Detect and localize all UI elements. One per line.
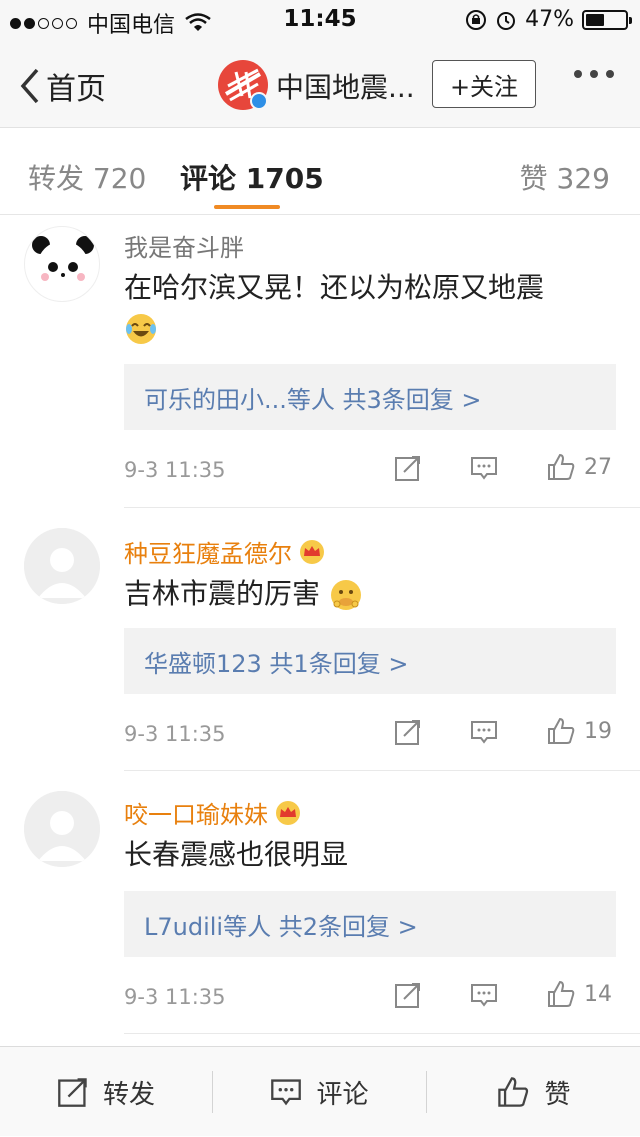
nav-bar: 首页 中国地震... +关注 xyxy=(0,40,640,128)
avatar[interactable] xyxy=(24,791,100,867)
thumbs-up-icon xyxy=(498,1077,529,1107)
scared-emoji-icon xyxy=(330,580,361,610)
like-comment-button[interactable]: 19 xyxy=(546,716,612,746)
default-avatar-icon xyxy=(24,528,100,604)
tab-reposts[interactable]: 转发 720 xyxy=(28,157,146,197)
share-icon xyxy=(395,983,420,1008)
like-count: 19 xyxy=(584,718,612,744)
back-label: 首页 xyxy=(46,72,106,107)
comment-icon xyxy=(271,1079,302,1106)
tab-bar: 转发 720 评论 1705 赞 329 xyxy=(0,129,640,215)
laugh-cry-emoji-icon xyxy=(126,314,156,344)
verified-badge-icon xyxy=(250,92,268,110)
replies-link[interactable]: 可乐的田小...等人 共3条回复 > xyxy=(124,364,616,430)
status-right: 47% xyxy=(465,7,632,32)
comment-icon xyxy=(471,984,497,1007)
avatar[interactable] xyxy=(24,528,100,604)
tab-comments[interactable]: 评论 1705 xyxy=(180,157,324,197)
rotation-lock-icon xyxy=(466,9,487,30)
thumbs-up-icon xyxy=(548,453,575,480)
bottom-toolbar: 转发 评论 赞 xyxy=(0,1046,640,1136)
comment-text: 长春震感也很明显 xyxy=(124,838,349,871)
chevron-left-icon xyxy=(20,68,39,104)
comment-button[interactable]: 评论 xyxy=(213,1047,426,1137)
repost-comment-button[interactable] xyxy=(394,454,422,482)
status-bar: 中国电信 11:45 47% xyxy=(0,0,640,40)
battery-fill xyxy=(586,13,604,26)
repost-label: 转发 xyxy=(102,1079,155,1110)
like-button[interactable]: 赞 xyxy=(427,1047,640,1137)
like-count: 14 xyxy=(584,981,612,1007)
comment-label: 评论 xyxy=(316,1079,369,1110)
comment-item: 咬一口瑜妹妹 长春震感也很明显 L7udili等人 共2条回复 > 9-3 11… xyxy=(0,771,640,1034)
replies-link[interactable]: 华盛顿123 共1条回复 > xyxy=(124,628,616,694)
repost-comment-button[interactable] xyxy=(394,981,422,1009)
repost-comment-button[interactable] xyxy=(394,718,422,746)
default-avatar-icon xyxy=(24,791,100,867)
comment-time: 9-3 11:35 xyxy=(124,458,226,482)
thumbs-up-icon xyxy=(548,717,575,744)
active-tab-indicator xyxy=(214,205,280,209)
like-count: 27 xyxy=(584,454,612,480)
thumbs-up-icon xyxy=(548,980,575,1007)
battery-percent: 47% xyxy=(525,7,574,32)
like-label: 赞 xyxy=(544,1079,571,1110)
vip-crown-icon xyxy=(276,800,300,825)
battery-icon xyxy=(582,9,632,30)
author-name: 种豆狂魔孟德尔 xyxy=(124,540,292,568)
comment-author[interactable]: 种豆狂魔孟德尔 xyxy=(124,534,326,569)
reply-comment-button[interactable] xyxy=(470,454,498,482)
page-title: 中国地震... xyxy=(276,71,415,104)
repost-button[interactable]: 转发 xyxy=(0,1047,212,1137)
back-button[interactable]: 首页 xyxy=(20,64,106,108)
tab-likes[interactable]: 赞 329 xyxy=(520,157,610,197)
comment-icon xyxy=(471,721,497,744)
comment-time: 9-3 11:35 xyxy=(124,722,226,746)
comment-icon xyxy=(471,457,497,480)
comment-time: 9-3 11:35 xyxy=(124,985,226,1009)
author-name: 咬一口瑜妹妹 xyxy=(124,801,268,829)
avatar[interactable] xyxy=(24,226,100,302)
share-icon xyxy=(58,1078,87,1107)
share-icon xyxy=(395,720,420,745)
panda-avatar-icon xyxy=(32,236,94,293)
comment-author[interactable]: 我是奋斗胖 xyxy=(124,228,244,263)
like-comment-button[interactable]: 27 xyxy=(546,452,612,482)
comment-author[interactable]: 咬一口瑜妹妹 xyxy=(124,795,302,830)
comment-text: 在哈尔滨又晃！还以为松原又地震 xyxy=(124,268,604,348)
comment-body: 在哈尔滨又晃！还以为松原又地震 xyxy=(124,271,545,304)
comment-item: 种豆狂魔孟德尔 吉林市震的厉害 华盛顿123 共1条回复 > 9-3 11:35… xyxy=(0,508,640,771)
reply-comment-button[interactable] xyxy=(470,718,498,746)
comment-divider xyxy=(124,1033,640,1034)
more-menu-icon[interactable] xyxy=(574,70,614,78)
like-comment-button[interactable]: 14 xyxy=(546,979,612,1009)
vip-crown-icon xyxy=(300,539,324,564)
comment-body: 吉林市震的厉害 xyxy=(124,577,321,610)
follow-button[interactable]: +关注 xyxy=(432,60,536,108)
comment-text: 吉林市震的厉害 xyxy=(124,574,604,614)
alarm-icon xyxy=(497,11,516,30)
reply-comment-button[interactable] xyxy=(470,981,498,1009)
replies-link[interactable]: L7udili等人 共2条回复 > xyxy=(124,891,616,957)
share-icon xyxy=(395,456,420,481)
comment-item: 我是奋斗胖 在哈尔滨又晃！还以为松原又地震 可乐的田小...等人 共3条回复 >… xyxy=(0,216,640,508)
